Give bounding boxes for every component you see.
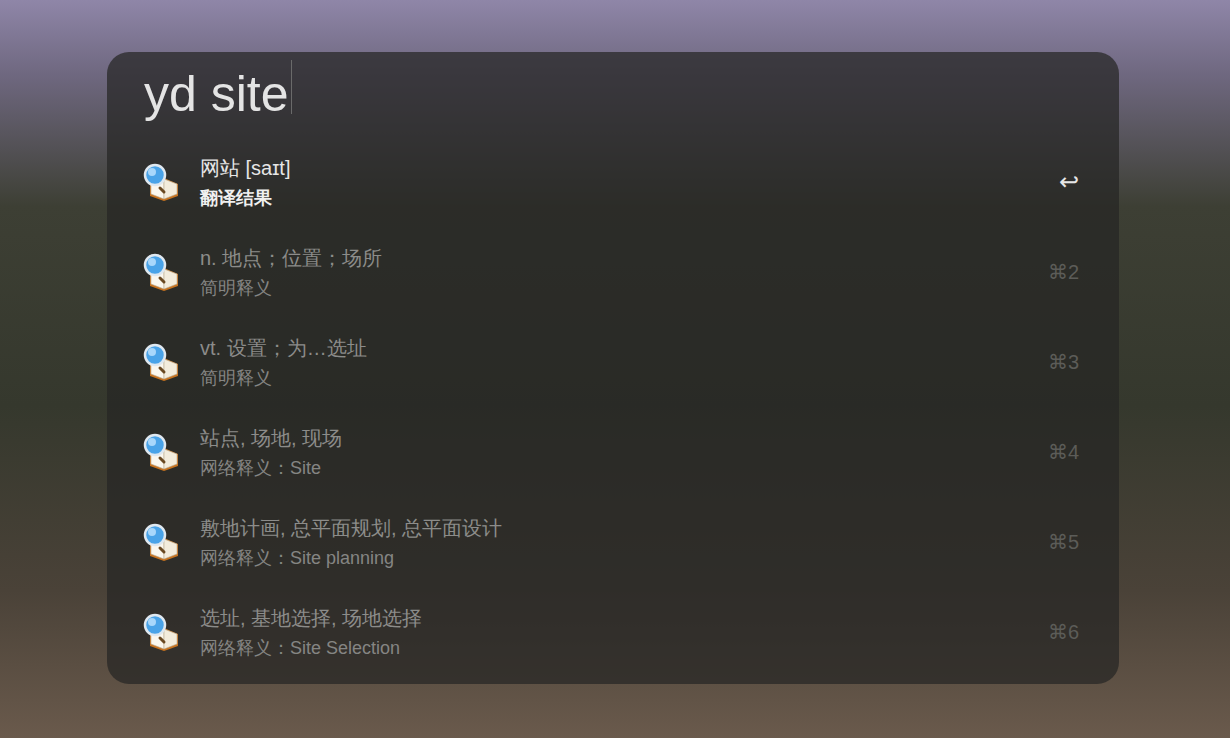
result-title: 网站 [saɪt] xyxy=(200,155,1021,182)
result-row[interactable]: 站点, 场地, 现场 网络释义：Site ⌘4 xyxy=(107,407,1119,497)
shortcut-hint: ⌘5 xyxy=(1039,530,1079,554)
result-title: n. 地点；位置；场所 xyxy=(200,245,1021,272)
result-text: 网站 [saɪt] 翻译结果 xyxy=(200,155,1021,210)
dictionary-search-icon xyxy=(142,432,182,472)
result-subtitle: 简明释义 xyxy=(200,366,1021,390)
query-field[interactable]: yd site xyxy=(107,52,1119,137)
result-text: n. 地点；位置；场所 简明释义 xyxy=(200,245,1021,300)
query-text[interactable]: yd site xyxy=(144,67,289,122)
result-subtitle: 网络释义：Site xyxy=(200,456,1021,480)
result-title: 站点, 场地, 现场 xyxy=(200,425,1021,452)
result-list: 网站 [saɪt] 翻译结果 ↩ n. 地点；位置；场所 简明释义 ⌘2 vt.… xyxy=(107,137,1119,677)
result-row[interactable]: 选址, 基地选择, 场地选择 网络释义：Site Selection ⌘6 xyxy=(107,587,1119,677)
result-subtitle: 翻译结果 xyxy=(200,186,1021,210)
result-text: 选址, 基地选择, 场地选择 网络释义：Site Selection xyxy=(200,605,1021,660)
dictionary-search-icon xyxy=(142,342,182,382)
text-caret xyxy=(291,60,292,114)
launcher-panel: yd site 网站 [saɪt] 翻译结果 ↩ n. 地点；位置；场所 简明释… xyxy=(107,52,1119,684)
result-row[interactable]: 敷地计画, 总平面规划, 总平面设计 网络释义：Site planning ⌘5 xyxy=(107,497,1119,587)
result-title: vt. 设置；为…选址 xyxy=(200,335,1021,362)
shortcut-hint: ⌘2 xyxy=(1039,260,1079,284)
result-text: 站点, 场地, 现场 网络释义：Site xyxy=(200,425,1021,480)
shortcut-hint: ⌘6 xyxy=(1039,620,1079,644)
shortcut-hint: ↩ xyxy=(1039,168,1079,196)
shortcut-hint: ⌘3 xyxy=(1039,350,1079,374)
dictionary-search-icon xyxy=(142,612,182,652)
result-row[interactable]: n. 地点；位置；场所 简明释义 ⌘2 xyxy=(107,227,1119,317)
result-subtitle: 简明释义 xyxy=(200,276,1021,300)
dictionary-search-icon xyxy=(142,522,182,562)
dictionary-search-icon xyxy=(142,252,182,292)
result-row[interactable]: vt. 设置；为…选址 简明释义 ⌘3 xyxy=(107,317,1119,407)
result-subtitle: 网络释义：Site Selection xyxy=(200,636,1021,660)
result-text: vt. 设置；为…选址 简明释义 xyxy=(200,335,1021,390)
dictionary-search-icon xyxy=(142,162,182,202)
shortcut-hint: ⌘4 xyxy=(1039,440,1079,464)
result-row[interactable]: 网站 [saɪt] 翻译结果 ↩ xyxy=(107,137,1119,227)
result-text: 敷地计画, 总平面规划, 总平面设计 网络释义：Site planning xyxy=(200,515,1021,570)
result-title: 选址, 基地选择, 场地选择 xyxy=(200,605,1021,632)
result-subtitle: 网络释义：Site planning xyxy=(200,546,1021,570)
result-title: 敷地计画, 总平面规划, 总平面设计 xyxy=(200,515,1021,542)
desktop: yd site 网站 [saɪt] 翻译结果 ↩ n. 地点；位置；场所 简明释… xyxy=(0,0,1230,738)
